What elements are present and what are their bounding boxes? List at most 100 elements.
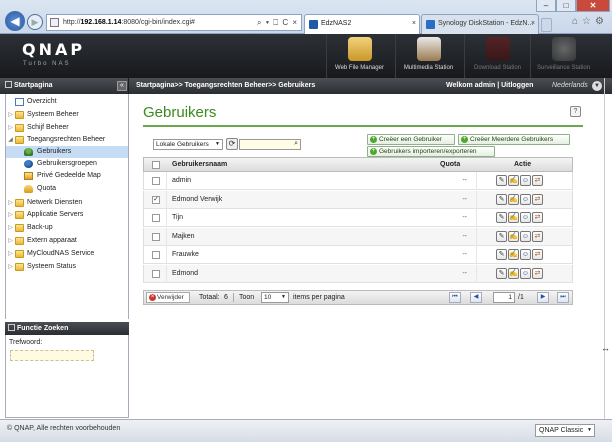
sidebar-item-systeem-beheer[interactable]: ▷ Systeem Beheer: [6, 109, 128, 121]
sidebar-item-prive-gedeelde-map[interactable]: Privé Gedeelde Map: [6, 170, 128, 182]
expand-icon[interactable]: ▷: [7, 109, 14, 121]
import-export-users-button[interactable]: + Gebruikers importeren/exporteren: [367, 146, 495, 157]
expand-icon[interactable]: ▷: [7, 222, 14, 234]
sidebar-item-extern-apparaat[interactable]: ▷ Extern apparaat: [6, 235, 128, 247]
row-checkbox[interactable]: [152, 214, 160, 222]
language-dropdown-icon[interactable]: ▼: [592, 81, 602, 91]
expand-icon[interactable]: ▷: [7, 197, 14, 209]
sidebar-item-systeem-status[interactable]: ▷ Systeem Status: [6, 261, 128, 273]
edit-password-icon[interactable]: ✎: [496, 175, 507, 186]
user-name[interactable]: admin: [172, 172, 191, 190]
user-type-select[interactable]: Lokale Gebruikers ▼: [153, 139, 223, 150]
address-bar[interactable]: http://192.168.1.14:8080/cgi-bin/index.c…: [46, 14, 302, 31]
table-row[interactable]: Tijn -- ✎ ✍ ☺ ⇄: [143, 209, 573, 227]
sidebar-item-schijf-beheer[interactable]: ▷ Schijf Beheer: [6, 122, 128, 134]
share-permission-icon[interactable]: ⇄: [532, 212, 543, 223]
sidebar-item-quota[interactable]: Quota: [6, 183, 128, 195]
collapse-sidebar-button[interactable]: «: [117, 81, 127, 91]
close-window-button[interactable]: ✕: [576, 0, 610, 12]
forward-button[interactable]: ▶: [27, 14, 43, 30]
collapse-icon[interactable]: ◢: [7, 134, 14, 146]
breadcrumb[interactable]: Startpagina>> Toegangsrechten Beheer>> G…: [136, 78, 315, 94]
share-permission-icon[interactable]: ⇄: [532, 175, 543, 186]
minimize-button[interactable]: –: [536, 0, 556, 12]
back-button[interactable]: ◀: [5, 11, 25, 31]
row-checkbox[interactable]: [152, 232, 160, 241]
edit-password-icon[interactable]: ✎: [496, 249, 507, 260]
tab-close-icon[interactable]: ×: [412, 15, 416, 33]
sidebar-item-mycloudnas-service[interactable]: ▷ MyCloudNAS Service: [6, 248, 128, 260]
web-file-manager-button[interactable]: Web File Manager: [326, 34, 392, 78]
sidebar-item-gebruikers[interactable]: Gebruikers: [6, 146, 128, 158]
search-icon[interactable]: ⌕: [294, 140, 298, 148]
create-user-button[interactable]: + Creëer een Gebruiker: [367, 134, 455, 145]
tab-edznas2[interactable]: EdzNAS2 ×: [304, 14, 420, 34]
user-group-edit-icon[interactable]: ☺: [520, 230, 531, 242]
table-row[interactable]: Majken -- ✎ ✍ ☺ ⇄: [143, 227, 573, 246]
share-permission-icon[interactable]: ⇄: [532, 193, 543, 205]
share-permission-icon[interactable]: ⇄: [532, 230, 543, 242]
edit-password-icon[interactable]: ✎: [496, 212, 507, 223]
user-group-edit-icon[interactable]: ☺: [520, 267, 531, 279]
table-row[interactable]: Frauwke -- ✎ ✍ ☺ ⇄: [143, 246, 573, 264]
last-page-button[interactable]: ⏭: [557, 292, 569, 303]
sidebar-item-back-up[interactable]: ▷ Back-up: [6, 222, 128, 234]
expand-icon[interactable]: ▷: [7, 261, 14, 273]
edit-profile-icon[interactable]: ✍: [508, 267, 519, 279]
edit-profile-icon[interactable]: ✍: [508, 212, 519, 223]
user-name[interactable]: Tijn: [172, 209, 183, 227]
share-permission-icon[interactable]: ⇄: [532, 249, 543, 260]
sidebar-item-toegangsrechten-beheer[interactable]: ◢ Toegangsrechten Beheer: [6, 134, 128, 146]
per-page-select[interactable]: 10 ▼: [261, 292, 289, 303]
table-row[interactable]: admin -- ✎ ✍ ☺ ⇄: [143, 172, 573, 190]
column-header-name[interactable]: Gebruikersnaam: [172, 158, 227, 172]
row-checkbox[interactable]: [152, 269, 160, 278]
table-row[interactable]: Edmond -- ✎ ✍ ☺ ⇄: [143, 264, 573, 283]
download-station-button[interactable]: Download Station: [464, 34, 530, 78]
multimedia-station-button[interactable]: Multimedia Station: [395, 34, 461, 78]
edit-profile-icon[interactable]: ✍: [508, 175, 519, 186]
user-group-edit-icon[interactable]: ☺: [520, 249, 531, 260]
user-name[interactable]: Edmond: [172, 265, 198, 283]
expand-icon[interactable]: ▷: [7, 122, 14, 134]
prev-page-button[interactable]: ◀: [470, 292, 482, 303]
page-number-input[interactable]: 1: [493, 292, 515, 303]
expand-icon[interactable]: ▷: [7, 235, 14, 247]
home-star-gear-icons[interactable]: ⌂☆⚙: [572, 16, 608, 27]
expand-icon[interactable]: ▷: [7, 248, 14, 260]
edit-profile-icon[interactable]: ✍: [508, 249, 519, 260]
edit-password-icon[interactable]: ✎: [496, 267, 507, 279]
sidebar-item-gebruikersgroepen[interactable]: Gebruikersgroepen: [6, 158, 128, 170]
user-group-edit-icon[interactable]: ☺: [520, 193, 531, 205]
select-all-checkbox[interactable]: [152, 161, 160, 169]
search-input[interactable]: ⌕: [239, 139, 301, 150]
row-checkbox[interactable]: [152, 177, 160, 185]
sidebar-item-netwerk-diensten[interactable]: ▷ Netwerk Diensten: [6, 197, 128, 209]
sidebar-item-overzicht[interactable]: Overzicht: [6, 96, 128, 108]
tab-synology[interactable]: Synology DiskStation - EdzN... ×: [421, 14, 539, 34]
user-name[interactable]: Edmond Verwijk: [172, 191, 222, 209]
keyword-input[interactable]: [10, 350, 94, 361]
user-name[interactable]: Frauwke: [172, 246, 199, 264]
share-permission-icon[interactable]: ⇄: [532, 267, 543, 279]
new-tab-button[interactable]: [541, 18, 552, 32]
user-name[interactable]: Majken: [172, 228, 195, 246]
edit-password-icon[interactable]: ✎: [496, 193, 507, 205]
expand-icon[interactable]: ▷: [7, 209, 14, 221]
row-checkbox[interactable]: [152, 251, 160, 259]
first-page-button[interactable]: ⏮: [449, 292, 461, 303]
next-page-button[interactable]: ▶: [537, 292, 549, 303]
user-group-edit-icon[interactable]: ☺: [520, 212, 531, 223]
tab-close-icon[interactable]: ×: [531, 15, 535, 33]
refresh-button[interactable]: ⟳: [226, 138, 238, 150]
help-button[interactable]: ?: [570, 106, 581, 117]
sidebar-item-applicatie-servers[interactable]: ▷ Applicatie Servers: [6, 209, 128, 221]
delete-button[interactable]: × Verwijder: [146, 292, 190, 303]
address-tools-icons[interactable]: ⌕ ▾ ⎕ C ×: [257, 15, 298, 30]
edit-profile-icon[interactable]: ✍: [508, 230, 519, 242]
create-multiple-users-button[interactable]: + Creëer Meerdere Gebruikers: [458, 134, 570, 145]
maximize-button[interactable]: □: [556, 0, 576, 12]
surveillance-station-button[interactable]: Surveillance Station: [530, 34, 596, 78]
theme-select[interactable]: QNAP Classic ▼: [535, 424, 595, 437]
table-row[interactable]: ✓ Edmond Verwijk -- ✎ ✍ ☺ ⇄: [143, 190, 573, 209]
